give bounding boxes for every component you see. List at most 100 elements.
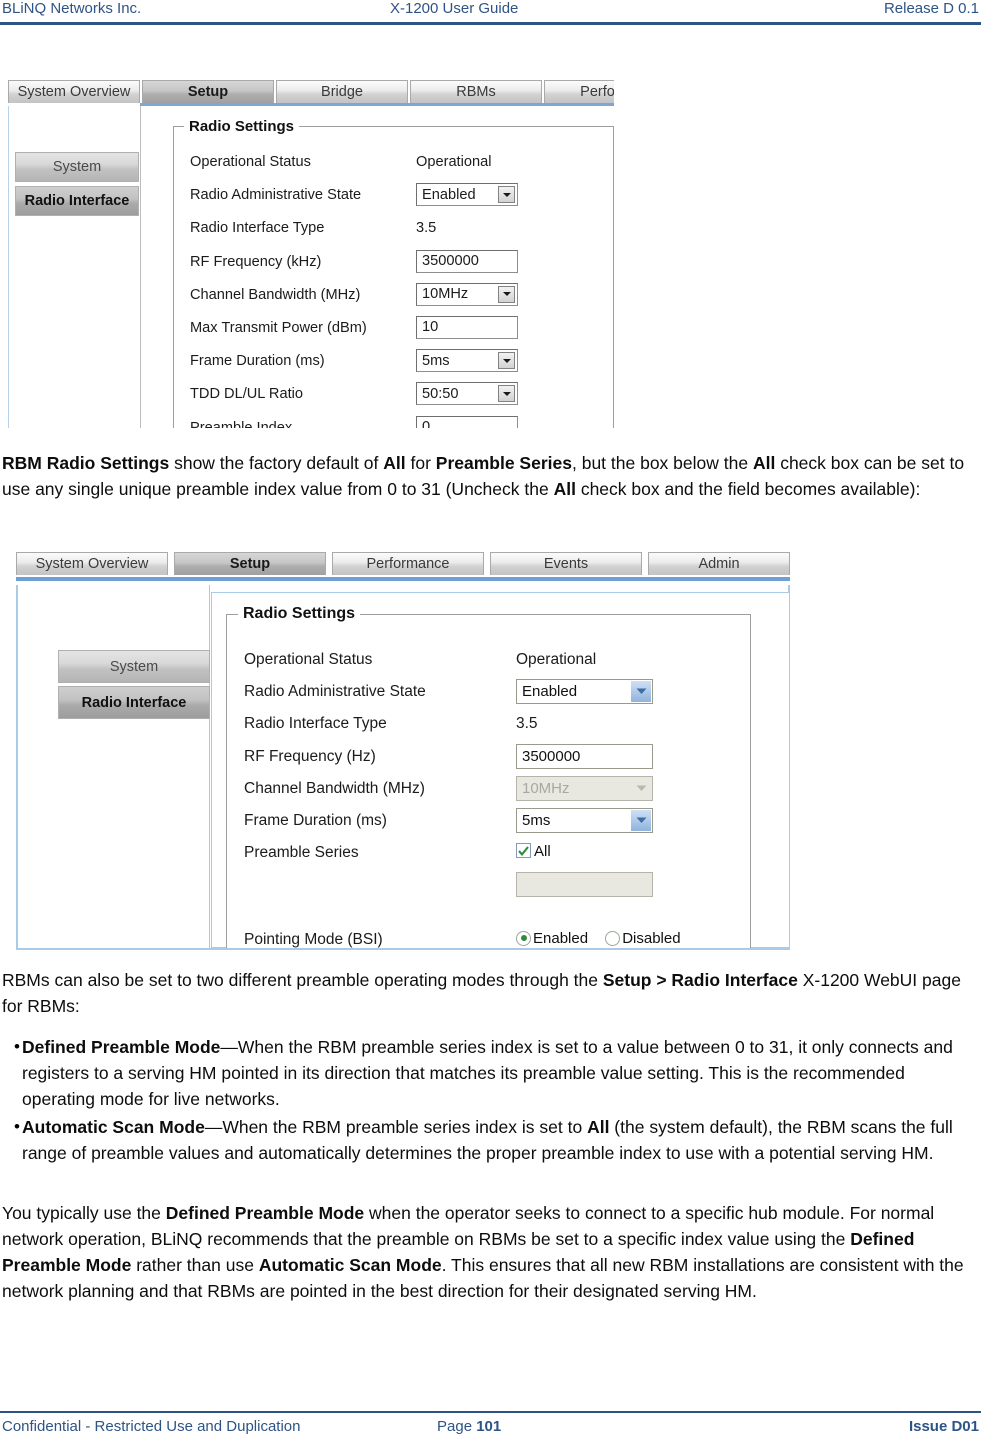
rbm-checkbox-all[interactable] [516,843,531,859]
rbm-label-channel-bandwidth-mhz: Channel Bandwidth (MHz) [244,779,425,797]
rbm-tab-events[interactable]: Events [490,552,642,575]
hm-radio-settings-fieldset [173,126,614,428]
rbm-nav-item-system-label: System [109,658,159,675]
rbm-tab-admin[interactable]: Admin [648,552,790,575]
tab-label: System Overview [35,556,149,572]
hm-select-value: 5ms [422,352,450,369]
paragraph-recommendation: You typically use the Defined Preamble M… [2,1203,964,1301]
tab-label: Setup [187,84,229,100]
hm-input-value: 10 [422,319,439,336]
chevron-down-icon[interactable] [498,352,515,370]
paragraph-preamble-operating-modes: RBMs can also be set to two different pr… [2,970,961,1016]
hm-select-value: 10MHz [422,286,469,303]
rbm-label-radio-interface-type: Radio Interface Type [244,715,387,733]
footer-page-value: 101 [476,1418,502,1435]
rbm-select-radio-administrative-state[interactable]: Enabled [516,679,653,705]
rbm-select-channel-bandwidth-mhz[interactable]: 10MHz [516,775,653,801]
hm-value-operational-status: Operational [416,154,492,170]
rbm-nav-item-radio-interface[interactable]: Radio Interface [58,686,210,719]
rbm-checkbox-all-label: All [534,843,551,861]
hm-value-radio-interface-type: 3.5 [416,220,437,237]
hm-select-radio-administrative-state[interactable]: Enabled [416,183,518,207]
header-release: Release D 0.1 [883,0,979,17]
tab-label: System Overview [17,84,131,100]
rbm-input-rf-frequency-hz[interactable]: 3500000 [516,743,653,769]
rbm-label-radio-administrative-state: Radio Administrative State [244,683,426,701]
chevron-down-icon[interactable] [498,385,515,403]
rbm-label-rf-frequency-hz: RF Frequency (Hz) [244,747,376,765]
tab-label: Setup [229,556,271,572]
rbm-tab-performance[interactable]: Performance [332,552,484,575]
hm-label-preamble-index: Preamble Index [190,419,293,428]
rbm-tab-bar: System Overview Setup Performance Events Adm… [8,552,790,576]
hm-input-preamble-index[interactable]: 0 [416,415,518,428]
hm-nav-column: System Radio Interface [9,106,141,428]
hm-nav-item-system[interactable]: System [15,152,139,182]
rbm-radio-settings-legend: Radio Settings [238,605,361,623]
hm-nav-item-radio-interface[interactable]: Radio Interface [15,186,139,216]
rbm-radio-enabled[interactable] [516,930,531,946]
footer-issue-value: Issue D01 [908,1418,979,1435]
rbm-label-frame-duration-ms: Frame Duration (ms) [244,812,387,829]
tab-label: Admin [698,556,740,572]
tab-label: Performa [580,84,614,100]
hm-label-radio-administrative-state: Radio Administrative State [190,187,362,204]
rbm-value-radio-interface-type: 3.5 [516,715,538,733]
hm-label-rf-frequency-khz: RF Frequency (kHz) [190,253,322,270]
bullet-marker-icon: • [14,1117,20,1136]
rbm-nav-item-system[interactable]: System [58,650,210,683]
hm-label-channel-bandwidth-mhz: Channel Bandwidth (MHz) [190,286,361,303]
rbm-label-pointing-mode-bsi: Pointing Mode (BSI) [244,930,383,948]
chevron-down-icon[interactable] [498,186,515,204]
rbm-select-frame-duration-ms[interactable]: 5ms [516,808,653,833]
hm-select-frame-duration-ms[interactable]: 5ms [416,349,518,373]
hm-tab-performa[interactable]: Performa [544,80,614,103]
rbm-tab-underline [16,577,790,581]
rbm-label-operational-status: Operational Status [244,651,373,668]
rbm-select-value: 5ms [522,812,551,829]
hm-input-rf-frequency-khz[interactable]: 3500000 [416,249,518,273]
bullet-marker-icon: • [14,1037,20,1056]
hm-select-tdd-dl-ul-ratio[interactable]: 50:50 [416,382,518,406]
rbm-input-value: 3500000 [522,747,581,765]
rbm-radio-disabled[interactable] [605,930,621,946]
header-title: X-1200 User Guide [390,0,519,17]
rbm-tab-setup[interactable]: Setup [174,552,326,575]
hm-input-max-transmit-power-dbm[interactable]: 10 [416,316,518,339]
list-item-automatic-scan-mode-text: Automatic Scan Mode—When the RBM preambl… [22,1117,953,1163]
rbm-input-preamble-index[interactable] [516,872,653,898]
hm-tab-bar: System Overview Setup Bridge RBMs Performa [8,80,614,104]
hm-radio-settings-legend: Radio Settings [184,118,300,135]
chevron-down-icon[interactable] [631,681,651,703]
rbm-radio-enabled-label: Enabled [533,929,589,947]
footer-issue: Issue D01 [909,1418,979,1435]
paragraph-rbm-radio-settings-default: RBM Radio Settings show the factory defa… [2,453,965,499]
hm-tab-setup[interactable]: Setup [142,80,274,103]
chevron-down-icon[interactable] [498,285,515,303]
tab-label: Events [543,556,589,572]
list-item-defined-preamble-mode-text: Defined Preamble Mode—When the RBM pream… [22,1037,953,1109]
hm-label-frame-duration-ms: Frame Duration (ms) [190,353,325,370]
hm-tab-bridge[interactable]: Bridge [276,80,408,103]
document-page: BLiNQ Networks Inc. X-1200 User Guide Re… [0,0,981,1443]
hm-label-radio-interface-type: Radio Interface Type [190,220,325,237]
hm-label-tdd-dl-ul-ratio: TDD DL/UL Ratio [190,386,303,403]
list-item-automatic-scan-mode: • Automatic Scan Mode—When the RBM pream… [2,1114,977,1166]
footer-page-prefix: Page [437,1418,477,1435]
hm-tab-system-overview[interactable]: System Overview [8,80,140,103]
footer-page-number: Page 101 [437,1418,501,1435]
hm-label-max-transmit-power-dbm: Max Transmit Power (dBm) [190,320,367,336]
tab-label: Bridge [321,84,363,100]
header-rule [0,22,981,25]
list-item-defined-preamble-mode: • Defined Preamble Mode—When the RBM pre… [2,1034,977,1112]
rbm-tab-system-overview[interactable]: System Overview [16,552,168,575]
running-footer: Confidential - Restricted Use and Duplic… [0,1418,981,1442]
hm-nav-item-radio-interface-label: Radio Interface [24,193,130,209]
footer-rule [0,1411,981,1413]
hm-select-channel-bandwidth-mhz[interactable]: 10MHz [416,282,518,306]
rbm-select-value: 10MHz [522,779,570,797]
tab-label: RBMs [456,84,496,100]
hm-label-operational-status: Operational Status [190,154,311,170]
hm-tab-rbms[interactable]: RBMs [410,80,542,103]
chevron-down-icon[interactable] [631,810,651,831]
